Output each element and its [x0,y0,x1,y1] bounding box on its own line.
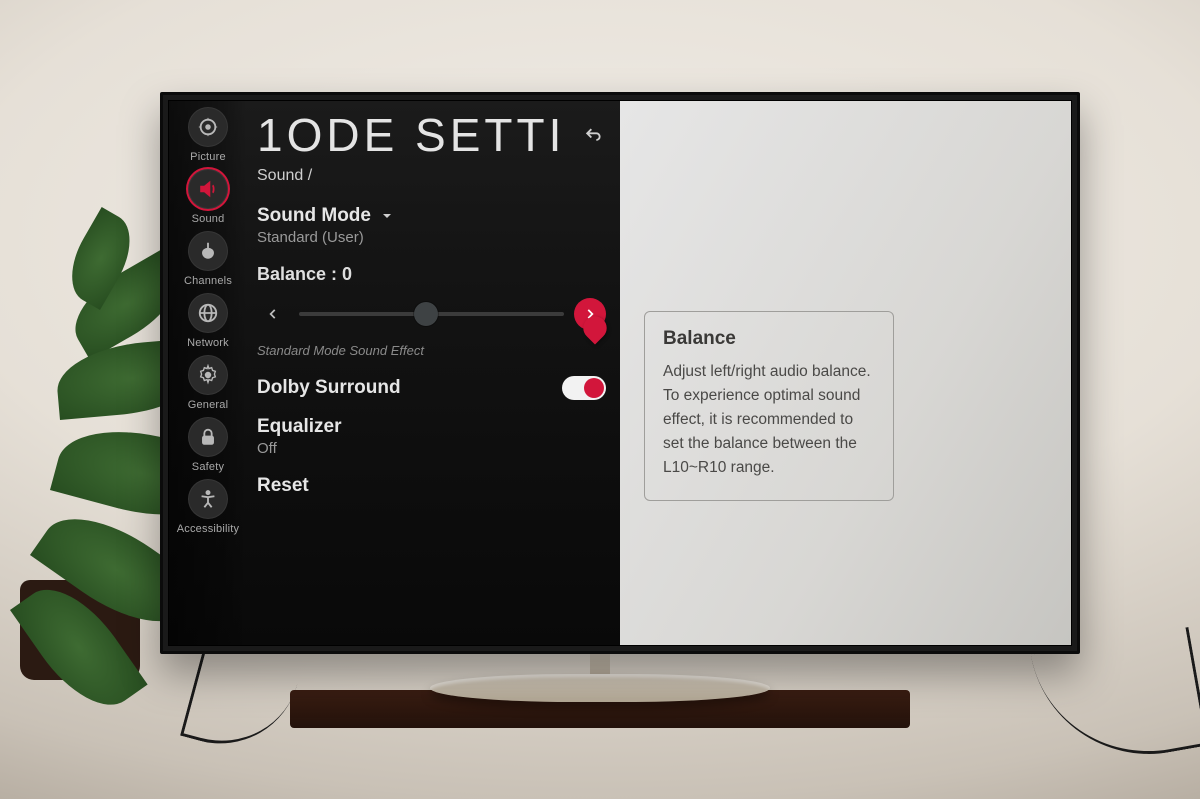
help-card: Balance Adjust left/right audio balance.… [644,311,894,501]
picture-icon [188,107,228,147]
balance-label: Balance : 0 [257,264,606,285]
dolby-row[interactable]: Dolby Surround [257,376,606,400]
sidebar-item-picture[interactable]: Picture [188,107,228,163]
dolby-label: Dolby Surround [257,377,401,399]
help-title: Balance [663,328,875,350]
sound-icon [188,169,228,209]
sidebar-item-label: Picture [190,151,226,163]
back-button[interactable] [576,118,610,152]
equalizer-row[interactable]: Equalizer Off [257,416,606,457]
help-body: Adjust left/right audio balance.To exper… [663,360,875,480]
help-panel: Balance Adjust left/right audio balance.… [620,101,1071,645]
section-hint: Standard Mode Sound Effect [257,343,606,358]
sidebar-item-label: General [188,399,229,411]
page-title: 1ODE SETTINGS [257,108,564,162]
balance-slider-thumb[interactable] [414,302,438,326]
sidebar-item-general[interactable]: General [188,355,229,411]
sidebar-item-accessibility[interactable]: Accessibility [177,479,240,535]
sound-mode-label: Sound Mode [257,205,371,227]
sidebar-item-network[interactable]: Network [187,293,229,349]
cable-decor [180,649,300,762]
sidebar-item-sound[interactable]: Sound [188,169,228,225]
tv-frame: Picture Sound Channels [160,92,1080,654]
settings-sidebar: Picture Sound Channels [169,101,247,645]
equalizer-value: Off [257,440,606,457]
sidebar-item-label: Network [187,337,229,349]
lock-icon [188,417,228,457]
balance-decrease-button[interactable] [257,298,289,330]
network-icon [188,293,228,333]
tv-screen: Picture Sound Channels [169,101,1071,645]
breadcrumb: Sound / [257,167,606,185]
accessibility-icon [188,479,228,519]
back-icon [583,125,603,145]
settings-panel: Picture Sound Channels [169,101,620,645]
settings-content: Sound / Sound Mode Standard (User) Balan… [257,167,606,639]
equalizer-label: Equalizer [257,416,606,438]
page-header: 1ODE SETTINGS [257,107,610,163]
sound-mode-row[interactable]: Sound Mode Standard (User) [257,205,606,246]
chevron-down-icon [379,208,395,224]
channels-icon [188,231,228,271]
sidebar-item-label: Safety [192,461,224,473]
sidebar-item-label: Sound [192,213,225,225]
balance-row: Balance : 0 Standard Mode Soun [257,264,606,358]
sidebar-item-label: Channels [184,275,232,287]
tv-stand-decor [430,668,770,712]
balance-slider[interactable] [299,312,564,316]
dolby-toggle[interactable] [562,376,606,400]
gear-icon [188,355,228,395]
reset-label: Reset [257,475,606,497]
sidebar-item-channels[interactable]: Channels [184,231,232,287]
sound-mode-value: Standard (User) [257,229,606,246]
sidebar-item-label: Accessibility [177,523,240,535]
reset-row[interactable]: Reset [257,475,606,497]
chevron-left-icon [266,307,280,321]
sidebar-item-safety[interactable]: Safety [188,417,228,473]
balance-increase-button[interactable] [574,298,606,330]
